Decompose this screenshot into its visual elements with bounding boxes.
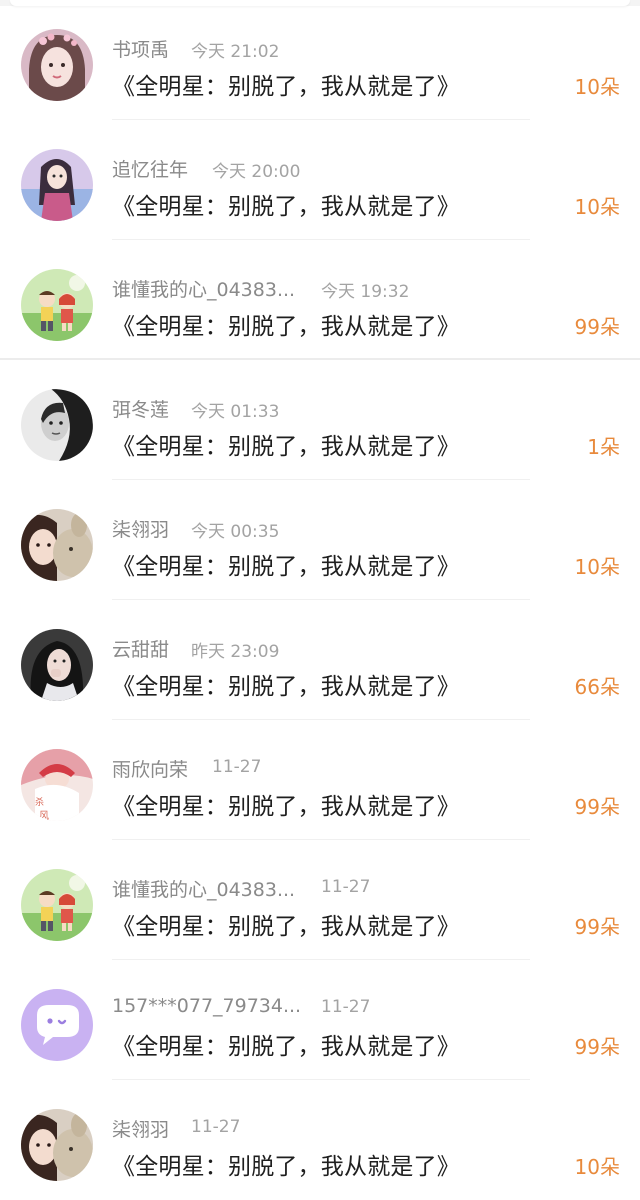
flower-count: 10朵 [574,555,620,579]
record-time: 昨天 23:09 [191,642,280,662]
record-row[interactable]: 书项禹 今天 21:02 《全明星：别脱了，我从就是了》 10朵 [0,0,640,120]
record-time: 今天 21:02 [191,42,280,62]
avatar[interactable]: 杀 风 [21,749,93,821]
username[interactable]: 雨欣向荣 [112,755,188,782]
record-time: 今天 01:33 [191,402,280,422]
record-row[interactable]: 柒翎羽 今天 00:35 《全明星：别脱了，我从就是了》 10朵 [0,480,640,600]
avatar[interactable] [21,629,93,701]
message-text: 《全明星：别脱了，我从就是了》 [112,794,460,820]
avatar[interactable] [21,389,93,461]
flower-count: 10朵 [574,1155,620,1179]
flower-count: 99朵 [574,915,620,939]
flower-count: 66朵 [574,675,620,699]
message-text: 《全明星：别脱了，我从就是了》 [112,1034,460,1060]
record-row[interactable]: 157***077_79734... 11-27 《全明星：别脱了，我从就是了》 99… [0,960,640,1080]
record-row[interactable]: 云甜甜 昨天 23:09 《全明星：别脱了，我从就是了》 66朵 [0,600,640,720]
flower-count: 99朵 [574,795,620,819]
flower-count: 10朵 [574,75,620,99]
record-time: 11-27 [212,757,262,777]
avatar[interactable] [21,1109,93,1181]
record-row[interactable]: 杀 风雨欣向荣 11-27 《全明星：别脱了，我从就是了》 99朵 [0,720,640,840]
record-row[interactable]: 谁懂我的心_04383... 11-27 《全明星：别脱了，我从就是了》 99朵 [0,840,640,960]
record-row[interactable]: 谁懂我的心_04383... 今天 19:32 《全明星：别脱了，我从就是了》 99朵 [0,240,640,360]
message-text: 《全明星：别脱了，我从就是了》 [112,194,460,220]
username[interactable]: 谁懂我的心_04383... [112,875,295,902]
svg-text:杀: 杀 [35,796,44,808]
svg-text:风: 风 [39,810,49,821]
username[interactable]: 云甜甜 [112,635,169,662]
record-row[interactable]: 柒翎羽 11-27 《全明星：别脱了，我从就是了》 10朵 [0,1080,640,1200]
record-time: 11-27 [321,877,371,897]
username[interactable]: 谁懂我的心_04383... [112,275,295,302]
flower-count: 99朵 [574,315,620,339]
record-time: 今天 19:32 [321,282,410,302]
message-text: 《全明星：别脱了，我从就是了》 [112,554,460,580]
avatar[interactable] [21,989,93,1061]
message-text: 《全明星：别脱了，我从就是了》 [112,914,460,940]
message-text: 《全明星：别脱了，我从就是了》 [112,1154,460,1180]
avatar[interactable] [21,149,93,221]
flower-count: 1朵 [587,435,620,459]
username[interactable]: 书项禹 [112,35,169,62]
username[interactable]: 追忆往年 [112,155,188,182]
username[interactable]: 弭冬莲 [112,395,169,422]
avatar[interactable] [21,509,93,581]
message-text: 《全明星：别脱了，我从就是了》 [112,434,460,460]
flower-count: 10朵 [574,195,620,219]
avatar[interactable] [21,269,93,341]
username[interactable]: 157***077_79734... [112,995,301,1017]
username[interactable]: 柒翎羽 [112,515,169,542]
avatar[interactable] [21,869,93,941]
message-text: 《全明星：别脱了，我从就是了》 [112,314,460,340]
record-time: 11-27 [321,997,371,1017]
avatar[interactable] [21,29,93,101]
username[interactable]: 柒翎羽 [112,1115,169,1142]
record-row[interactable]: 弭冬莲 今天 01:33 《全明星：别脱了，我从就是了》 1朵 [0,360,640,480]
record-row[interactable]: 追忆往年 今天 20:00 《全明星：别脱了，我从就是了》 10朵 [0,120,640,240]
message-text: 《全明星：别脱了，我从就是了》 [112,74,460,100]
record-time: 今天 00:35 [191,522,280,542]
flower-count: 99朵 [574,1035,620,1059]
record-time: 今天 20:00 [212,162,301,182]
record-time: 11-27 [191,1117,241,1137]
message-text: 《全明星：别脱了，我从就是了》 [112,674,460,700]
